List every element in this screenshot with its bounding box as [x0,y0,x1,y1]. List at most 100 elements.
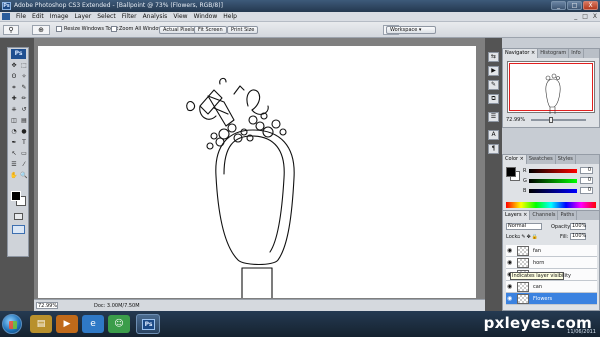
eye-icon[interactable]: ◉ [507,296,514,302]
close-button[interactable]: X [583,1,598,10]
eyedropper-icon[interactable]: ⁄ [20,161,28,169]
layer-row[interactable]: ◉ can [506,281,597,293]
eye-icon[interactable]: ◉ [507,260,514,266]
tab-histogram[interactable]: Histogram [538,49,570,58]
checkbox-box[interactable] [111,26,117,32]
hand-icon[interactable]: ✋ [10,172,18,180]
navigator-thumbnail[interactable] [507,61,595,114]
menu-help[interactable]: Help [223,13,237,20]
zoom-level-field[interactable]: 72.99% [36,302,58,309]
start-button[interactable] [2,314,22,334]
layer-row[interactable]: ◉ horn [506,257,597,269]
screen-mode-button[interactable] [12,225,25,234]
workspace-button[interactable]: Workspace ▾ [386,26,436,34]
tab-styles[interactable]: Styles [556,155,576,164]
tab-paths[interactable]: Paths [558,211,578,220]
path-select-icon[interactable]: ↖ [10,150,18,158]
ps-menu-icon[interactable] [2,13,10,20]
minimize-button[interactable]: _ [551,1,566,10]
fit-screen-button[interactable]: Fit Screen [194,26,227,34]
layer-row-selected[interactable]: ◉ Flowers [506,293,597,305]
history-brush-icon[interactable]: ↺ [20,106,28,114]
menu-analysis[interactable]: Analysis [143,13,168,20]
lock-icons[interactable]: ▫✎✥🔒 [517,234,539,240]
navigator-zoom-slider[interactable] [531,117,586,123]
menu-edit[interactable]: Edit [32,13,44,20]
green-slider[interactable] [529,179,577,183]
gradient-icon[interactable]: ▤ [20,117,28,125]
internet-explorer-icon[interactable]: e [82,315,104,333]
opacity-field[interactable]: 100% [570,223,586,230]
dodge-icon[interactable]: ● [20,128,28,136]
tab-color[interactable]: Color × [503,155,527,164]
history-panel-icon[interactable]: ⇆ [488,52,499,62]
actual-pixels-button[interactable]: Actual Pixels [159,26,199,34]
brushes-panel-icon[interactable]: ✎ [488,80,499,90]
healing-icon[interactable]: ✚ [10,95,18,103]
foreground-color-swatch[interactable] [11,191,21,201]
eraser-icon[interactable]: ◫ [10,117,18,125]
zoom-in-out-icon[interactable]: ⊕ [32,25,50,35]
media-player-icon[interactable]: ▶ [56,315,78,333]
crop-icon[interactable]: ⌗ [10,84,18,92]
fill-field[interactable]: 100% [570,233,586,240]
layer-row[interactable]: ◉ fan [506,245,597,257]
stamp-icon[interactable]: ⎈ [10,106,18,114]
tab-swatches[interactable]: Swatches [527,155,556,164]
tab-channels[interactable]: Channels [530,211,559,220]
doc-close-button[interactable]: X [593,13,597,20]
navigator-zoom-value[interactable]: 72.99% [506,117,525,123]
checkbox-box[interactable] [56,26,62,32]
paragraph-panel-icon[interactable]: ¶ [488,144,499,154]
blue-slider[interactable] [529,189,577,193]
zoom-icon[interactable]: 🔍 [20,172,28,180]
red-value-field[interactable]: 0 [580,167,593,174]
menu-image[interactable]: Image [50,13,69,20]
menu-select[interactable]: Select [97,13,116,20]
messenger-icon[interactable]: ☺ [108,315,130,333]
explorer-folder-icon[interactable]: ▤ [30,315,52,333]
blur-icon[interactable]: ◔ [10,128,18,136]
green-value-field[interactable]: 0 [580,177,593,184]
magic-wand-icon[interactable]: ✧ [20,73,28,81]
pen-icon[interactable]: ✒ [10,139,18,147]
brush-icon[interactable]: ✏ [20,95,28,103]
zoom-all-windows-checkbox[interactable]: Zoom All Windows [111,26,165,32]
menu-layer[interactable]: Layer [74,13,91,20]
type-icon[interactable]: T [20,139,28,147]
notes-icon[interactable]: ☰ [10,161,18,169]
menu-filter[interactable]: Filter [122,13,137,20]
resize-windows-checkbox[interactable]: Resize Windows To Fit [56,26,118,32]
menu-window[interactable]: Window [194,13,218,20]
move-icon[interactable]: ✥ [10,62,18,70]
quick-mask-button[interactable] [14,213,23,220]
foreground-color-chip[interactable] [506,167,516,177]
maximize-button[interactable]: □ [567,1,582,10]
shape-icon[interactable]: ▭ [20,150,28,158]
eye-icon[interactable]: ◉ [507,284,514,290]
slice-icon[interactable]: ✎ [20,84,28,92]
photoshop-taskbar-button[interactable]: Ps [136,314,160,334]
color-spectrum-bar[interactable] [506,202,596,208]
tab-layers[interactable]: Layers × [503,211,531,220]
zoom-tool-preset-icon[interactable]: ⚲ [3,25,19,35]
blue-value-field[interactable]: 0 [580,187,593,194]
print-size-button[interactable]: Print Size [227,26,259,34]
tab-info[interactable]: Info [569,49,584,58]
eye-icon[interactable]: ◉ [507,248,514,254]
document-canvas[interactable] [38,46,476,298]
slider-knob[interactable] [549,117,553,123]
red-slider[interactable] [529,169,577,173]
marquee-icon[interactable]: ⬚ [20,62,28,70]
clone-source-icon[interactable]: ⧉ [488,94,499,104]
tab-navigator[interactable]: Navigator × [503,49,539,58]
menu-file[interactable]: File [16,13,26,20]
blend-mode-select[interactable]: Normal [506,223,542,230]
menu-view[interactable]: View [173,13,187,20]
tool-presets-icon[interactable]: ☰ [488,112,499,122]
character-panel-icon[interactable]: A [488,130,499,140]
doc-restore-button[interactable]: □ [582,13,588,20]
doc-minimize-button[interactable]: _ [574,13,577,20]
lasso-icon[interactable]: ʘ [10,73,18,81]
actions-panel-icon[interactable]: ▶ [488,66,499,76]
